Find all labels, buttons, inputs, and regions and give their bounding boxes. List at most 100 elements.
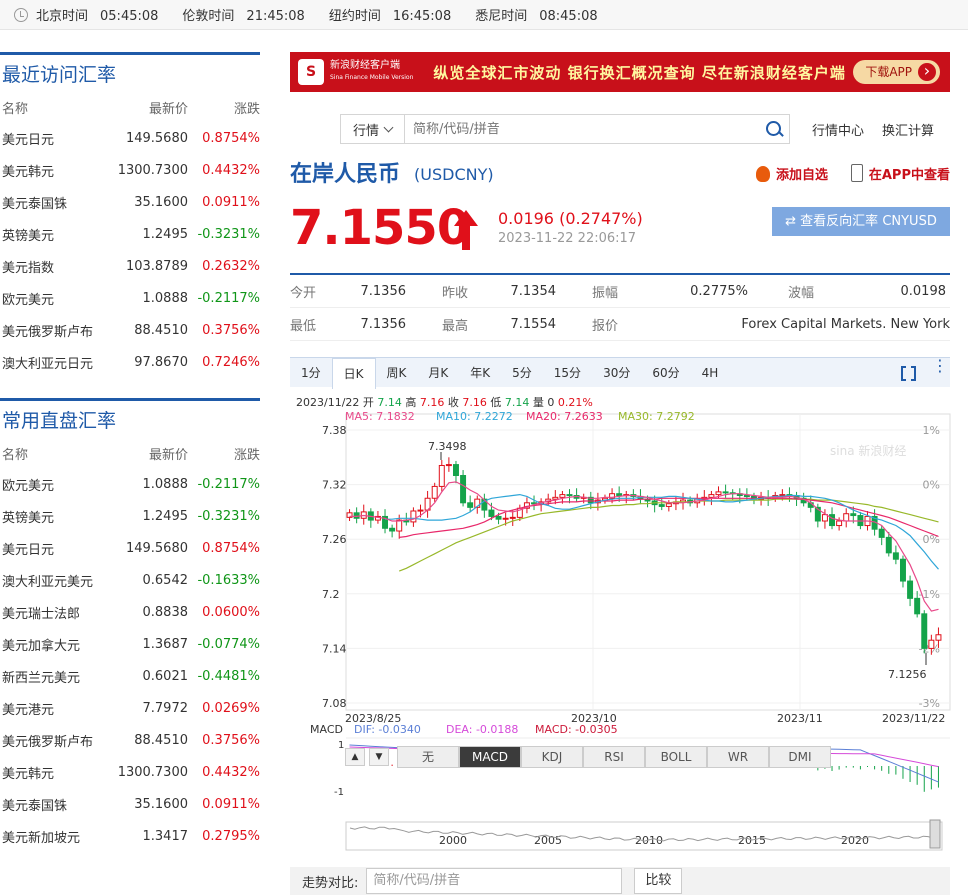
candle-body <box>736 493 743 497</box>
table-row[interactable]: 欧元美元 1.0888 -0.2117% <box>0 282 260 314</box>
indicator-tab[interactable]: DMI <box>769 746 831 768</box>
candle-body <box>928 639 935 649</box>
stats-row: 最低 7.1356 最高 7.1554 报价 Forex Capital Mar… <box>290 308 950 341</box>
view-in-app-button[interactable]: 在APP中查看 <box>851 164 950 183</box>
banner-brand: 新浪财经客户端 Sina Finance Mobile Version <box>330 60 413 84</box>
recent-rates-table: 名称 最新价 涨跌 美元日元 149.5680 0.8754% 美元韩元 1300.73… <box>0 92 260 378</box>
candle-body <box>821 514 828 522</box>
table-row[interactable]: 美元俄罗斯卢布 88.4510 0.3756% <box>0 314 260 346</box>
candle-body <box>566 494 573 497</box>
ma-label-ma5: MA5: 7.1832 <box>345 410 415 423</box>
candle-body <box>531 502 538 505</box>
watermark: sina 新浪财经 <box>830 443 906 458</box>
candle-body <box>687 499 694 504</box>
table-row[interactable]: 美元俄罗斯卢布 88.4510 0.3756% <box>0 724 260 756</box>
search-icon[interactable] <box>759 115 789 143</box>
tab-period[interactable]: 年K <box>459 358 501 388</box>
table-row[interactable]: 英镑美元 1.2495 -0.3231% <box>0 218 260 250</box>
indicator-tab[interactable]: KDJ <box>521 746 583 768</box>
stats-row: 今开 7.1356 昨收 7.1354 振幅 0.2775% 波幅 0.0198 <box>290 275 950 308</box>
table-row[interactable]: 美元港元 7.7972 0.0269% <box>0 692 260 724</box>
search-input[interactable] <box>405 115 759 143</box>
indicator-tab[interactable]: WR <box>707 746 769 768</box>
col-change: 涨跌 <box>233 447 260 463</box>
indicator-tab[interactable]: RSI <box>583 746 645 768</box>
candle-body <box>829 514 836 527</box>
tab-period[interactable]: 月K <box>417 358 459 388</box>
table-row[interactable]: 美元泰国铢 35.1600 0.0911% <box>0 186 260 218</box>
table-row[interactable]: 美元泰国铢 35.1600 0.0911% <box>0 788 260 820</box>
fullscreen-icon[interactable] <box>901 365 916 382</box>
download-app-button[interactable]: 下载APP <box>853 60 940 84</box>
table-row[interactable]: 美元韩元 1300.7300 0.4432% <box>0 756 260 788</box>
rate-change: 0.0911% <box>202 796 260 812</box>
tab-period[interactable]: 60分 <box>641 358 690 388</box>
tab-period[interactable]: 5分 <box>501 358 543 388</box>
tab-period[interactable]: 1分 <box>290 358 332 388</box>
indicator-tab[interactable]: 无 <box>397 746 459 768</box>
candle-body <box>545 498 552 503</box>
compare-button[interactable]: 比较 <box>634 868 683 894</box>
indicator-tab[interactable]: BOLL <box>645 746 707 768</box>
tab-period[interactable]: 15分 <box>543 358 592 388</box>
candle-body <box>921 613 928 649</box>
rate-change: 0.4432% <box>202 162 260 178</box>
candle-body <box>779 494 786 497</box>
arrow-down-icon[interactable]: ▼ <box>369 748 389 766</box>
add-watchlist-button[interactable]: 添加自选 <box>756 164 828 183</box>
col-name: 名称 <box>2 447 29 463</box>
table-row[interactable]: 美元韩元 1300.7300 0.4432% <box>0 154 260 186</box>
table-row[interactable]: 美元日元 149.5680 0.8754% <box>0 532 260 564</box>
market-center-link[interactable]: 行情中心 <box>812 120 864 139</box>
table-row[interactable]: 澳大利亚元日元 97.8670 0.7246% <box>0 346 260 378</box>
candle-body <box>758 496 765 500</box>
rate-name: 美元俄罗斯卢布 <box>2 734 94 750</box>
zone-newyork: 纽约时间 16:45:08 <box>328 9 452 24</box>
quote-stats: 今开 7.1356 昨收 7.1354 振幅 0.2775% 波幅 0.0198… <box>290 273 950 341</box>
rate-name: 英镑美元 <box>2 510 55 526</box>
reverse-rate-button[interactable]: ⇄ 查看反向汇率 CNYUSD <box>772 207 950 236</box>
y-tick-label: 7.38 <box>322 424 347 437</box>
candle-body <box>573 495 580 499</box>
candle-body <box>360 511 367 519</box>
compare-input[interactable]: 简称/代码/拼音 <box>366 868 623 894</box>
arrow-up-icon[interactable]: ▲ <box>345 748 365 766</box>
fx-calculator-link[interactable]: 换汇计算 <box>882 120 934 139</box>
table-row[interactable]: 美元瑞士法郎 0.8838 0.0600% <box>0 596 260 628</box>
candle-body <box>878 528 885 538</box>
ohlc-date: 2023/11/22 <box>296 396 359 409</box>
app-banner[interactable]: S 新浪财经客户端 Sina Finance Mobile Version 纵览… <box>290 52 950 92</box>
rate-name: 新西兰元美元 <box>2 670 81 686</box>
search-box: 行情 <box>340 114 790 144</box>
tab-period[interactable]: 30分 <box>592 358 641 388</box>
table-row[interactable]: 新西兰元美元 0.6021 -0.4481% <box>0 660 260 692</box>
table-row[interactable]: 英镑美元 1.2495 -0.3231% <box>0 500 260 532</box>
candle-body <box>651 500 658 506</box>
macd-dif: DIF: -0.0340 <box>354 723 421 736</box>
table-row[interactable]: 欧元美元 1.0888 -0.2117% <box>0 468 260 500</box>
chevron-down-icon <box>383 122 394 132</box>
rate-price: 7.7972 <box>142 700 189 716</box>
rate-name: 美元俄罗斯卢布 <box>2 324 94 340</box>
more-icon[interactable]: ⋮ <box>932 358 948 374</box>
rate-price: 1.3687 <box>142 636 189 652</box>
indicator-tab[interactable]: MACD <box>459 746 521 768</box>
table-row[interactable]: 美元加拿大元 1.3687 -0.0774% <box>0 628 260 660</box>
rate-price: 149.5680 <box>125 540 188 556</box>
rate-price: 97.8670 <box>134 354 188 370</box>
table-row[interactable]: 澳大利亚元美元 0.6542 -0.1633% <box>0 564 260 596</box>
candle-body <box>502 517 509 520</box>
candle-body <box>438 464 445 487</box>
table-row[interactable]: 美元新加坡元 1.3417 0.2795% <box>0 820 260 852</box>
tab-period[interactable]: 4H <box>691 358 730 388</box>
table-row[interactable]: 美元指数 103.8789 0.2632% <box>0 250 260 282</box>
rate-price: 1.0888 <box>142 290 189 306</box>
stat-label: 振幅 <box>592 285 619 301</box>
recent-rates-title: 最近访问汇率 <box>0 52 260 92</box>
tab-period[interactable]: 日K <box>331 357 376 389</box>
search-type-select[interactable]: 行情 <box>341 115 405 143</box>
candle-body <box>353 512 360 519</box>
page-title: 在岸人民币 <box>290 162 401 187</box>
tab-period[interactable]: 周K <box>376 358 418 388</box>
table-row[interactable]: 美元日元 149.5680 0.8754% <box>0 122 260 154</box>
